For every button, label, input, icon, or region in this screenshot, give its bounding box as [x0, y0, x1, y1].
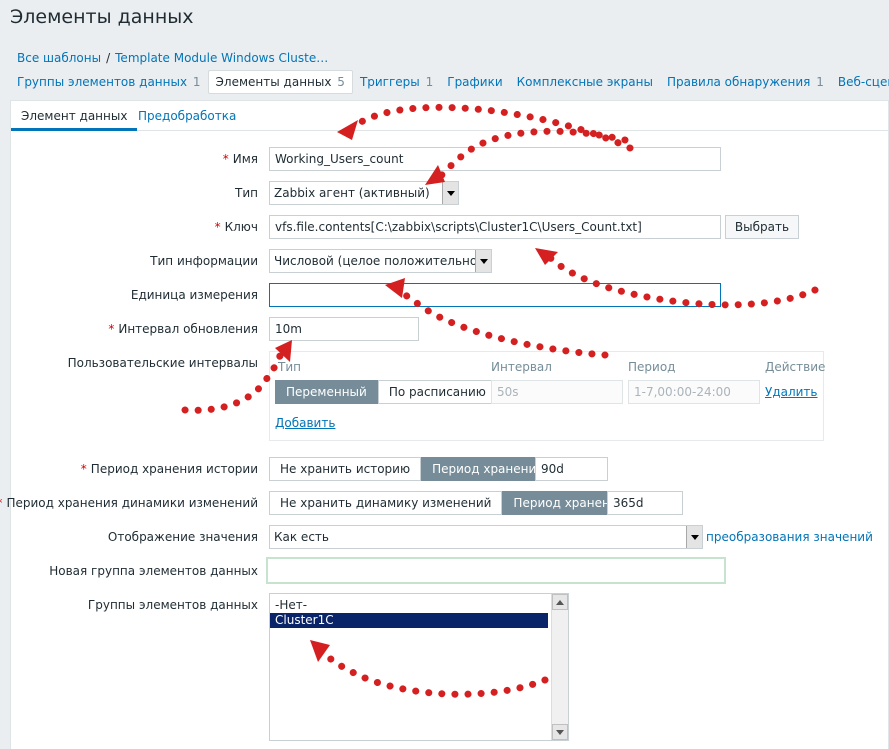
subtab-preprocessing[interactable]: Предобработка [138, 101, 236, 131]
col-action-header: Действие [765, 360, 826, 374]
type-label: Тип [235, 186, 258, 200]
trends-off-button[interactable]: Не хранить динамику изменений [269, 491, 503, 515]
list-item[interactable]: Cluster1C [270, 613, 548, 628]
custom-interval-input[interactable]: 50s [491, 380, 623, 404]
tab-triggers[interactable]: Триггеры 1 [353, 71, 440, 93]
units-input[interactable] [269, 283, 721, 307]
tab-discovery-rules[interactable]: Правила обнаружения 1 [660, 71, 831, 93]
interval-input[interactable]: 10m [269, 317, 419, 341]
breadcrumb: Все шаблоны / Template Module Windows Clus… [17, 51, 328, 65]
history-off-button[interactable]: Не хранить историю [269, 457, 422, 481]
form-subtabs: Элемент данных Предобработка [11, 101, 888, 131]
trends-label: *Период хранения динамики изменений [0, 496, 258, 510]
select-key-button[interactable]: Выбрать [725, 215, 799, 239]
name-label: * Имя [222, 152, 258, 166]
page-title: Элементы данных [10, 6, 194, 28]
applications-listbox[interactable]: -Нет- Cluster1C [269, 593, 569, 741]
custom-intervals-table: Тип Интервал Период Действие Переменный … [269, 351, 826, 441]
valuemap-label: Отображение значения [107, 530, 258, 544]
template-nav-tabs: Группы элементов данных 1 Элементы данны… [10, 70, 889, 94]
listbox-scrollbar[interactable] [551, 594, 568, 740]
applications-label: Группы элементов данных [87, 598, 258, 612]
tab-items[interactable]: Элементы данных 5 [207, 70, 353, 94]
info-type-label: Тип информации [150, 254, 258, 268]
trends-input[interactable]: 365d [607, 491, 683, 515]
history-label: * Период хранения истории [80, 462, 258, 476]
key-input[interactable]: vfs.file.contents[C:\zabbix\scripts\Clus… [269, 215, 721, 239]
new-app-input[interactable] [266, 557, 726, 584]
chevron-down-icon [475, 250, 491, 272]
valuemap-select[interactable]: Как есть [269, 525, 703, 549]
history-input[interactable]: 90d [535, 457, 608, 481]
new-app-label: Новая группа элементов данных [49, 564, 258, 578]
subtab-item[interactable]: Элемент данных [11, 101, 138, 131]
units-label: Единица измерения [130, 288, 258, 302]
info-type-select[interactable]: Числовой (целое положительное) [269, 249, 492, 273]
add-interval-link[interactable]: Добавить [275, 416, 335, 430]
key-label: * Ключ [214, 220, 258, 234]
col-period-header: Период [628, 360, 676, 374]
list-item[interactable]: -Нет- [270, 598, 568, 613]
interval-mode-toggle: Переменный По расписанию [275, 380, 497, 404]
page-header: Элементы данных [0, 0, 889, 44]
trends-mode-toggle: Не хранить динамику изменений Период хра… [269, 491, 636, 515]
custom-intervals-label: Пользовательские интервалы [67, 356, 258, 370]
scroll-down-icon[interactable] [552, 724, 568, 740]
item-form-panel: Элемент данных Предобработка * Имя Workin… [0, 100, 889, 749]
history-mode-toggle: Не хранить историю Период хранения [269, 457, 555, 481]
tab-web-scenarios[interactable]: Веб-сценарии [831, 71, 889, 93]
scroll-up-icon[interactable] [552, 594, 568, 610]
breadcrumb-separator: / [106, 51, 111, 65]
tab-screens[interactable]: Комплексные экраны [510, 71, 660, 93]
remove-interval-link[interactable]: Удалить [765, 385, 818, 399]
tab-graphs[interactable]: Графики [440, 71, 509, 93]
custom-period-input[interactable]: 1-7,00:00-24:00 [628, 380, 760, 404]
name-input[interactable]: Working_Users_count [269, 147, 721, 171]
tab-applications[interactable]: Группы элементов данных 1 [10, 71, 208, 93]
breadcrumb-all-templates[interactable]: Все шаблоны [17, 51, 101, 65]
interval-label: * Интервал обновления [108, 322, 258, 336]
value-mapping-link[interactable]: преобразования значений [706, 530, 873, 544]
mode-scheduling-button[interactable]: По расписанию [377, 380, 497, 404]
chevron-down-icon [686, 526, 702, 548]
type-select[interactable]: Zabbix агент (активный) [269, 181, 459, 205]
col-type-header: Тип [278, 360, 301, 374]
mode-flexible-button[interactable]: Переменный [275, 380, 378, 404]
chevron-down-icon [442, 182, 458, 204]
breadcrumb-template[interactable]: Template Module Windows Cluste… [115, 51, 328, 65]
col-interval-header: Интервал [491, 360, 552, 374]
